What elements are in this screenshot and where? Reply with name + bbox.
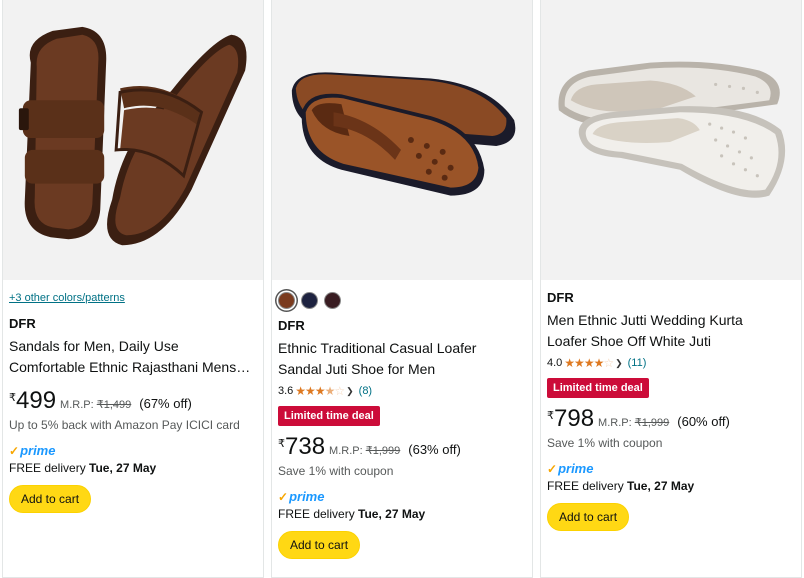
product-title-text: Sandals for Men, Daily Use — [9, 338, 179, 354]
price-row: ₹ 738 M.R.P: ₹1,999 (63% off) — [278, 434, 526, 460]
delivery-info: FREE delivery Tue, 27 May — [9, 461, 257, 475]
brand-name: DFR — [9, 316, 36, 331]
coupon-text: Save 1% with coupon — [278, 464, 394, 478]
product-title[interactable]: Ethnic Traditional Casual Loafer Sandal … — [278, 338, 526, 380]
discount: (63% off) — [408, 442, 461, 457]
product-title[interactable]: Sandals for Men, Daily Use Comfortable E… — [9, 336, 261, 378]
loafer-image — [272, 1, 532, 279]
prime-label: prime — [289, 489, 325, 504]
price-row: ₹ 798 M.R.P: ₹1,999 (60% off) — [547, 406, 795, 432]
cashback-text: Up to 5% back with Amazon Pay ICICI card — [9, 418, 240, 432]
mrp: M.R.P: ₹1,499 — [60, 398, 131, 411]
brand-name: DFR — [547, 290, 574, 305]
add-to-cart-button[interactable]: Add to cart — [547, 503, 630, 531]
price: 798 — [554, 405, 595, 432]
other-colors-link[interactable]: +3 other colors/patterns — [9, 292, 257, 306]
review-count[interactable]: (11) — [628, 357, 647, 369]
mrp: M.R.P: ₹1,999 — [598, 416, 669, 429]
rating-row[interactable]: 3.6 ★★★★☆ ❯ (8) — [278, 384, 526, 398]
delivery-prefix: FREE delivery — [278, 507, 355, 521]
currency-symbol: ₹ — [9, 392, 16, 404]
star-rating-icon: ★★★★☆ — [295, 384, 345, 398]
color-swatch-brown[interactable] — [278, 291, 295, 309]
mrp-label: M.R.P: — [329, 445, 363, 457]
color-swatch-navy[interactable] — [301, 291, 318, 309]
limited-time-deal-badge: Limited time deal — [278, 406, 380, 426]
price: 738 — [285, 433, 326, 460]
sandal-image — [3, 1, 263, 279]
delivery-prefix: FREE delivery — [9, 461, 86, 475]
delivery-info: FREE delivery Tue, 27 May — [278, 507, 526, 521]
prime-check-icon: ✓ — [9, 443, 20, 458]
price-row: ₹ 499 M.R.P: ₹1,499 (67% off) — [9, 388, 257, 414]
product-title-line1: Ethnic Traditional Casual Loafer — [278, 340, 477, 356]
product-image[interactable] — [272, 0, 532, 280]
product-image[interactable] — [541, 0, 801, 280]
prime-label: prime — [20, 443, 56, 458]
jutti-image — [541, 1, 801, 279]
mrp-label: M.R.P: — [598, 417, 632, 429]
product-title[interactable]: Men Ethnic Jutti Wedding Kurta Loafer Sh… — [547, 310, 795, 352]
prime-badge: ✓ prime — [547, 461, 795, 476]
brand-name: DFR — [278, 318, 305, 333]
color-swatch-dark-maroon[interactable] — [324, 291, 341, 309]
discount: (67% off) — [139, 396, 192, 411]
product-card[interactable]: DFR Ethnic Traditional Casual Loafer San… — [271, 0, 533, 578]
rating-value: 3.6 — [278, 385, 294, 397]
mrp: M.R.P: ₹1,999 — [329, 444, 400, 457]
color-swatches — [278, 290, 526, 310]
currency-symbol: ₹ — [278, 438, 285, 450]
prime-check-icon: ✓ — [278, 489, 289, 504]
limited-time-deal-badge: Limited time deal — [547, 378, 649, 398]
product-title-line2: Comfortable Ethnic Rajasthani Mens… — [9, 359, 251, 375]
product-title-line2: Sandal Juti Shoe for Men — [278, 361, 436, 377]
mrp-label: M.R.P: — [60, 399, 94, 411]
prime-label: prime — [558, 461, 594, 476]
coupon-text: Save 1% with coupon — [547, 436, 663, 450]
mrp-value: ₹1,499 — [96, 399, 132, 411]
currency-symbol: ₹ — [547, 410, 554, 422]
delivery-date: Tue, 27 May — [358, 507, 426, 521]
add-to-cart-button[interactable]: Add to cart — [278, 531, 361, 559]
rating-row[interactable]: 4.0 ★★★★☆ ❯ (11) — [547, 356, 795, 370]
prime-check-icon: ✓ — [547, 461, 558, 476]
product-card[interactable]: DFR Men Ethnic Jutti Wedding Kurta Loafe… — [540, 0, 802, 578]
add-to-cart-button[interactable]: Add to cart — [9, 485, 92, 513]
chevron-down-icon[interactable]: ❯ — [346, 386, 354, 397]
delivery-info: FREE delivery Tue, 27 May — [547, 479, 795, 493]
discount: (60% off) — [677, 414, 730, 429]
prime-badge: ✓ prime — [9, 443, 257, 458]
star-rating-icon: ★★★★☆ — [564, 356, 614, 370]
product-title-line1: Men Ethnic Jutti Wedding Kurta — [547, 312, 743, 328]
product-card[interactable]: +3 other colors/patterns DFR Sandals for… — [2, 0, 264, 578]
review-count[interactable]: (8) — [359, 385, 372, 397]
price: 499 — [16, 387, 57, 414]
chevron-down-icon[interactable]: ❯ — [615, 358, 623, 369]
product-title-line2: Loafer Shoe Off White Juti — [547, 333, 711, 349]
mrp-value: ₹1,999 — [365, 445, 401, 457]
mrp-value: ₹1,999 — [634, 417, 670, 429]
prime-badge: ✓ prime — [278, 489, 526, 504]
delivery-date: Tue, 27 May — [627, 479, 695, 493]
rating-value: 4.0 — [547, 357, 563, 369]
delivery-prefix: FREE delivery — [547, 479, 624, 493]
product-image[interactable] — [3, 0, 263, 280]
delivery-date: Tue, 27 May — [89, 461, 157, 475]
